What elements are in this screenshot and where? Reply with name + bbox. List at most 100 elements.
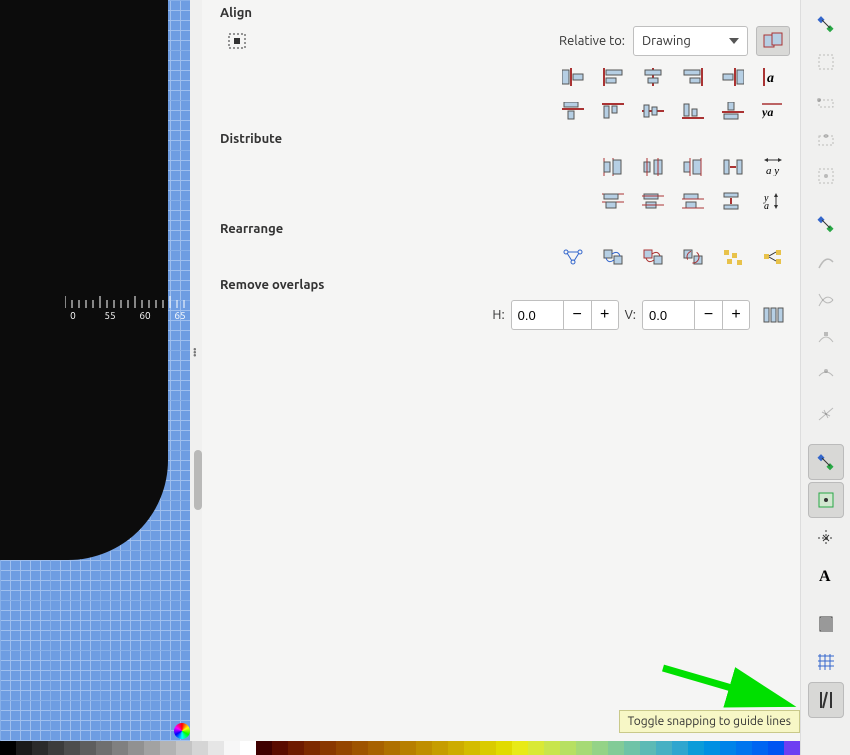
swatch[interactable] (736, 741, 752, 755)
swatch[interactable] (672, 741, 688, 755)
h-input[interactable] (511, 300, 563, 330)
distribute-hequal-button[interactable]: a y (756, 152, 790, 182)
distribute-bottom-button[interactable] (676, 186, 710, 216)
swatch[interactable] (544, 741, 560, 755)
swatch[interactable] (96, 741, 112, 755)
swatch[interactable] (480, 741, 496, 755)
snap-bbox-icon[interactable] (808, 6, 844, 42)
exchange-position-button[interactable] (596, 242, 630, 272)
swatch[interactable] (48, 741, 64, 755)
align-text-top-button[interactable]: ya (756, 96, 790, 126)
align-text-left-button[interactable]: a (756, 62, 790, 92)
align-right-out-button[interactable] (716, 62, 750, 92)
align-top-button[interactable] (596, 96, 630, 126)
snap-bbox-corner-icon[interactable] (808, 82, 844, 118)
snap-cusp-icon[interactable] (808, 320, 844, 356)
distribute-vgap-button[interactable] (716, 186, 750, 216)
color-palette[interactable] (0, 741, 800, 755)
snap-text-baseline-icon[interactable]: A (808, 558, 844, 594)
align-top-out-button[interactable] (556, 96, 590, 126)
v-minus-button[interactable]: − (694, 300, 722, 330)
swatch[interactable] (768, 741, 784, 755)
v-input[interactable] (642, 300, 694, 330)
swatch[interactable] (656, 741, 672, 755)
swatch[interactable] (592, 741, 608, 755)
randomize-button[interactable] (716, 242, 750, 272)
snap-page-border-icon[interactable] (808, 606, 844, 642)
swatch[interactable] (224, 741, 240, 755)
v-plus-button[interactable]: + (722, 300, 750, 330)
swatch[interactable] (16, 741, 32, 755)
snap-rotation-center-icon[interactable] (808, 520, 844, 556)
swatch[interactable] (528, 741, 544, 755)
scrollbar-thumb[interactable] (194, 450, 202, 510)
swatch[interactable] (368, 741, 384, 755)
distribute-hgap-button[interactable] (716, 152, 750, 182)
swatch[interactable] (432, 741, 448, 755)
swatch[interactable] (496, 741, 512, 755)
panel-grip-icon[interactable]: ••• (193, 348, 197, 357)
align-to-page-button[interactable] (220, 26, 254, 56)
canvas-area[interactable]: 0 55 60 65 (0, 0, 190, 755)
snap-lineseg-icon[interactable] (808, 396, 844, 432)
swatch[interactable] (256, 741, 272, 755)
snap-intersection-icon[interactable] (808, 282, 844, 318)
h-minus-button[interactable]: − (563, 300, 591, 330)
swatch[interactable] (208, 741, 224, 755)
swatch[interactable] (64, 741, 80, 755)
snap-others-icon[interactable] (808, 444, 844, 480)
swatch[interactable] (560, 741, 576, 755)
swatch[interactable] (624, 741, 640, 755)
align-bottom-button[interactable] (676, 96, 710, 126)
swatch[interactable] (32, 741, 48, 755)
swatch[interactable] (128, 741, 144, 755)
snap-nodes-icon[interactable] (808, 206, 844, 242)
treat-as-group-button[interactable] (756, 26, 790, 56)
swatch[interactable] (784, 741, 800, 755)
swatch[interactable] (304, 741, 320, 755)
snap-path-icon[interactable] (808, 244, 844, 280)
remove-overlaps-button[interactable] (756, 300, 790, 330)
snap-object-center-icon[interactable] (808, 482, 844, 518)
swatch[interactable] (144, 741, 160, 755)
exchange-rotation-button[interactable] (676, 242, 710, 272)
snap-smooth-icon[interactable] (808, 358, 844, 394)
align-right-button[interactable] (676, 62, 710, 92)
distribute-right-button[interactable] (676, 152, 710, 182)
distribute-vequal-button[interactable]: ya (756, 186, 790, 216)
exchange-zorder-button[interactable] (636, 242, 670, 272)
distribute-hcenter-button[interactable] (636, 152, 670, 182)
swatch[interactable] (176, 741, 192, 755)
snap-grid-icon[interactable] (808, 644, 844, 680)
swatch[interactable] (320, 741, 336, 755)
color-wheel-icon[interactable] (174, 723, 190, 739)
swatch[interactable] (192, 741, 208, 755)
swatch[interactable] (464, 741, 480, 755)
distribute-vcenter-button[interactable] (636, 186, 670, 216)
swatch[interactable] (0, 741, 16, 755)
swatch[interactable] (272, 741, 288, 755)
snap-bbox-edge-mid-icon[interactable] (808, 120, 844, 156)
swatch[interactable] (240, 741, 256, 755)
snap-guides-button[interactable] (808, 682, 844, 718)
swatch[interactable] (704, 741, 720, 755)
canvas-shape-rect[interactable] (0, 0, 168, 560)
distribute-top-button[interactable] (596, 186, 630, 216)
snap-bbox-edge-icon[interactable] (808, 44, 844, 80)
swatch[interactable] (160, 741, 176, 755)
swatch[interactable] (640, 741, 656, 755)
swatch[interactable] (352, 741, 368, 755)
distribute-left-button[interactable] (596, 152, 630, 182)
swatch[interactable] (448, 741, 464, 755)
align-hcenter-button[interactable] (636, 62, 670, 92)
align-left-button[interactable] (596, 62, 630, 92)
swatch[interactable] (384, 741, 400, 755)
swatch[interactable] (576, 741, 592, 755)
swatch[interactable] (608, 741, 624, 755)
swatch[interactable] (288, 741, 304, 755)
swatch[interactable] (416, 741, 432, 755)
swatch[interactable] (80, 741, 96, 755)
unclump-button[interactable] (756, 242, 790, 272)
swatch[interactable] (752, 741, 768, 755)
swatch[interactable] (720, 741, 736, 755)
